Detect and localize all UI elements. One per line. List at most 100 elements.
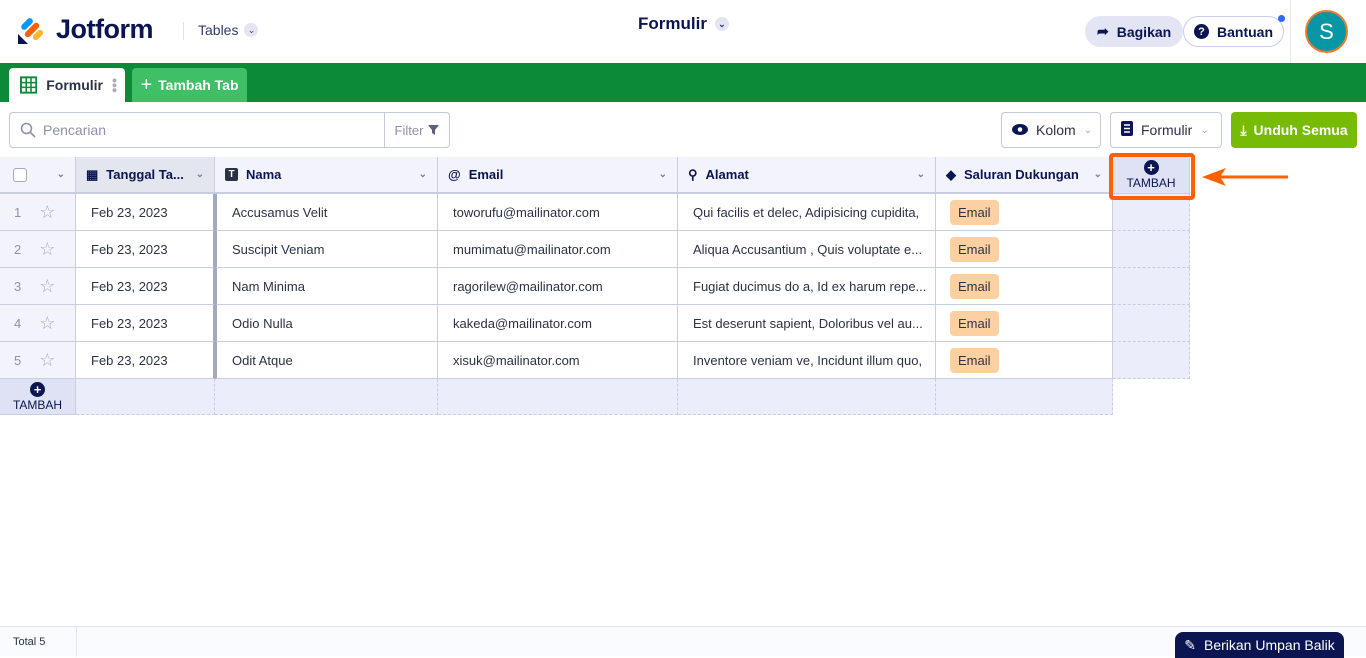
search-icon xyxy=(20,122,36,138)
cell-text: Odio Nulla xyxy=(232,315,293,331)
top-bar: Jotform Tables ⌄ Formulir ⌄ ➦ Bagikan ? Bant… xyxy=(0,0,1366,63)
table-cell-name[interactable]: Nam Minima xyxy=(215,268,438,305)
row-number: 2 xyxy=(14,241,22,257)
cell-text: Fugiat ducimus do a, Id ex harum repe... xyxy=(693,278,927,294)
column-header-address[interactable]: ⚲ Alamat ⌄ xyxy=(678,157,936,194)
table-cell-date[interactable]: Feb 23, 2023 xyxy=(76,231,215,268)
column-label: Email xyxy=(468,167,504,182)
row-header[interactable]: 2 ☆ xyxy=(0,231,76,268)
column-label: Tanggal Ta... xyxy=(106,167,184,182)
form-selector-button[interactable]: Formulir ⌄ xyxy=(1110,112,1222,148)
arrow-annotation-icon xyxy=(1202,168,1288,186)
share-button[interactable]: ➦ Bagikan xyxy=(1085,16,1184,47)
empty-cell xyxy=(936,379,1113,415)
table-cell-name[interactable]: Odio Nulla xyxy=(215,305,438,342)
table-cell-channel[interactable]: Email xyxy=(936,305,1113,342)
columns-button[interactable]: Kolom ⌄ xyxy=(1001,112,1101,148)
table-cell-address[interactable]: Est deserunt sapient, Doloribus vel au..… xyxy=(678,305,936,342)
cell-text: Feb 23, 2023 xyxy=(91,204,168,220)
form-title-dropdown[interactable]: Formulir ⌄ xyxy=(638,14,729,34)
chevron-down-icon: ⌄ xyxy=(1093,169,1102,180)
table-cell-date[interactable]: Feb 23, 2023 xyxy=(76,342,215,379)
cell-text: toworufu@mailinator.com xyxy=(453,204,600,220)
cell-text: Feb 23, 2023 xyxy=(91,278,168,294)
tab-formulir[interactable]: Formulir ••• xyxy=(9,68,125,102)
more-options-icon[interactable]: ••• xyxy=(107,78,123,93)
table-cell-address[interactable]: Aliqua Accusantium , Quis voluptate e... xyxy=(678,231,936,268)
channel-badge: Email xyxy=(950,310,999,336)
add-row-button[interactable]: + TAMBAH xyxy=(0,379,76,415)
row-header[interactable]: 4 ☆ xyxy=(0,305,76,342)
table-cell-address[interactable]: Qui facilis et delec, Adipisicing cupidi… xyxy=(678,194,936,231)
table-cell-date[interactable]: Feb 23, 2023 xyxy=(76,194,215,231)
download-all-button[interactable]: ⤓ Unduh Semua xyxy=(1231,112,1357,148)
help-button[interactable]: ? Bantuan xyxy=(1183,15,1285,47)
column-header-date[interactable]: ▦ Tanggal Ta... ⌄ xyxy=(76,157,215,194)
column-label: Alamat xyxy=(705,167,749,182)
table-cell-email[interactable]: mumimatu@mailinator.com xyxy=(438,231,678,268)
jotform-logo-icon xyxy=(18,17,44,44)
chevron-down-icon: ⌄ xyxy=(1083,124,1093,136)
funnel-icon xyxy=(428,125,440,135)
table-cell-channel[interactable]: Email xyxy=(936,194,1113,231)
feedback-button[interactable]: ✎ Berikan Umpan Balik xyxy=(1175,632,1344,658)
row-header[interactable]: 1 ☆ xyxy=(0,194,76,231)
table-cell-channel[interactable]: Email xyxy=(936,231,1113,268)
channel-badge: Email xyxy=(950,236,999,262)
table-cell-email[interactable]: ragorilew@mailinator.com xyxy=(438,268,678,305)
channel-badge: Email xyxy=(950,347,999,373)
cell-text: Inventore veniam ve, Incidunt illum quo, xyxy=(693,352,923,368)
empty-cell xyxy=(1113,305,1190,342)
table-cell-address[interactable]: Inventore veniam ve, Incidunt illum quo, xyxy=(678,342,936,379)
search-input[interactable] xyxy=(10,113,384,147)
feedback-icon: ✎ xyxy=(1184,636,1196,653)
table-cell-name[interactable]: Accusamus Velit xyxy=(215,194,438,231)
cell-text: xisuk@mailinator.com xyxy=(453,352,580,368)
tab-bar: Formulir ••• + Tambah Tab xyxy=(0,63,1366,102)
empty-cell xyxy=(678,379,936,415)
question-icon: ? xyxy=(1194,24,1209,39)
select-all-header[interactable]: ⌄ xyxy=(0,157,76,194)
column-header-channel[interactable]: ◆ Saluran Dukungan ⌄ xyxy=(936,157,1113,194)
cell-text: Suscipit Veniam xyxy=(232,241,325,257)
table-cell-name[interactable]: Suscipit Veniam xyxy=(215,231,438,268)
table-cell-email[interactable]: xisuk@mailinator.com xyxy=(438,342,678,379)
product-switcher[interactable]: Tables ⌄ xyxy=(198,22,259,38)
table-cell-email[interactable]: toworufu@mailinator.com xyxy=(438,194,678,231)
add-tab-button[interactable]: + Tambah Tab xyxy=(132,68,247,102)
footer: Total 5 ✎ Berikan Umpan Balik xyxy=(0,626,1366,658)
jotform-logo[interactable]: Jotform xyxy=(18,14,154,45)
row-header[interactable]: 3 ☆ xyxy=(0,268,76,305)
table-cell-date[interactable]: Feb 23, 2023 xyxy=(76,305,215,342)
select-all-checkbox[interactable] xyxy=(13,167,27,182)
table-cell-date[interactable]: Feb 23, 2023 xyxy=(76,268,215,305)
plus-icon: + xyxy=(140,73,153,96)
row-header[interactable]: 5 ☆ xyxy=(0,342,76,379)
column-header-email[interactable]: @ Email ⌄ xyxy=(438,157,678,194)
column-label: Saluran Dukungan xyxy=(964,167,1079,182)
location-icon: ⚲ xyxy=(688,166,698,182)
table-cell-email[interactable]: kakeda@mailinator.com xyxy=(438,305,678,342)
filter-button[interactable]: Filter xyxy=(384,113,449,147)
table-cell-channel[interactable]: Email xyxy=(936,342,1113,379)
chevron-down-icon: ⌄ xyxy=(195,169,204,180)
table-cell-address[interactable]: Fugiat ducimus do a, Id ex harum repe... xyxy=(678,268,936,305)
empty-cell xyxy=(438,379,678,415)
cell-text: Accusamus Velit xyxy=(232,204,328,220)
empty-cell xyxy=(1113,342,1190,379)
cell-text: Qui facilis et delec, Adipisicing cupidi… xyxy=(693,204,920,220)
calendar-icon: ▦ xyxy=(86,166,99,182)
tag-icon: ◆ xyxy=(946,166,956,182)
star-icon[interactable]: ☆ xyxy=(39,202,55,223)
star-icon[interactable]: ☆ xyxy=(39,313,55,334)
row-number: 4 xyxy=(14,315,22,331)
chevron-down-icon: ⌄ xyxy=(1200,124,1209,136)
star-icon[interactable]: ☆ xyxy=(39,276,55,297)
table-cell-channel[interactable]: Email xyxy=(936,268,1113,305)
column-header-name[interactable]: T Nama ⌄ xyxy=(215,157,438,194)
star-icon[interactable]: ☆ xyxy=(39,350,55,371)
divider xyxy=(1290,0,1291,63)
table-cell-name[interactable]: Odit Atque xyxy=(215,342,438,379)
star-icon[interactable]: ☆ xyxy=(39,239,55,260)
avatar[interactable]: S xyxy=(1305,10,1348,53)
